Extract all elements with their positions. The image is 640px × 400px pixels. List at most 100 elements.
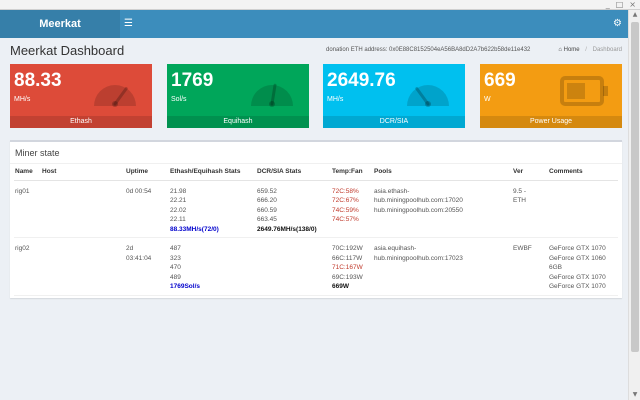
cell-uptime: 0d 00:54 [125,180,169,238]
column-header-dcr-stats[interactable]: DCR/SIA Stats [256,168,331,181]
stat-boxes: 88.33 MH/s Ethash 1769 Sol/s Equihash 26… [10,64,622,128]
settings-gears-icon[interactable]: ⚙ [613,10,622,38]
ethash-total: 1769Sol/s [170,283,200,290]
pool-address: asia.ethash- [374,187,410,195]
donation-address: donation ETH address: 0x0E88C8152504eA56… [326,47,531,53]
cell-comments [548,180,618,238]
dcr-total: 2649.76MH/s(138/0) [257,225,317,233]
equihash-box-footer[interactable]: Equihash [167,116,309,128]
gpu-comment: GeForce GTX 1070 [549,273,606,281]
temp-fan-value: 70C:192W [332,245,363,252]
temp-fan-value: 69C:193W [332,273,363,281]
column-header-comments[interactable]: Comments [548,168,618,181]
temp-fan-value: 72C:67% [332,197,359,204]
pool-address: hub.miningpoolhub.com:17023 [374,254,463,262]
minimize-button[interactable]: _ [606,0,610,10]
cell-ver: EWBF [512,237,548,296]
rig-name[interactable]: rig01 [15,187,40,197]
cell-host [41,237,125,296]
dcr-gpu-value: 666.20 [257,197,277,204]
temp-fan-value: 74C:57% [332,216,359,223]
power-usage-unit: W [484,96,491,103]
gpu-comment: GeForce GTX 1060 [549,254,606,262]
uptime-value: 03:41:04 [126,254,152,262]
cell-ver: 9.5 - ETH [512,180,548,238]
scroll-down-arrow-icon[interactable]: ▼ [629,390,640,400]
speedometer-icon [407,85,449,107]
column-header-ver[interactable]: Ver [512,168,548,181]
equihash-value: 1769 [171,70,214,91]
cell-ethash: 487 323 470 489 1769Sol/s [169,237,256,296]
ethash-total: 88.33MH/s(72/0) [170,225,219,233]
temp-fan-value: 66C:117W [332,254,363,262]
cell-comments: GeForce GTX 1070 GeForce GTX 1060 6GB GeFor… [548,237,618,296]
scroll-up-arrow-icon[interactable]: ▲ [629,10,640,20]
page-title: Meerkat Dashboard [10,43,125,58]
uptime-value: 0d 00:54 [126,187,152,195]
maximize-button[interactable]: □ [616,0,624,10]
column-header-uptime[interactable]: Uptime [125,168,169,181]
window-controls: _ □ × [606,0,636,10]
miner-version: EWBF [513,245,532,252]
power-usage-box-footer[interactable]: Power Usage [480,116,622,128]
miner-version: 9.5 - [513,187,527,195]
power-usage-box: 669 W Power Usage [480,64,622,128]
ethash-gpu-value: 22.21 [170,197,187,204]
ethash-value: 88.33 [14,70,62,91]
close-button[interactable]: × [629,0,636,10]
column-header-ethash-stats[interactable]: Ethash/Equihash Stats [169,168,256,181]
power-total: 669W [332,283,349,290]
top-navbar: Meerkat ☰ ⚙ [0,10,628,38]
gpu-comment: GeForce GTX 1070 [549,283,606,290]
panel-title: Miner state [15,148,60,158]
dcr-sia-box-footer[interactable]: DCR/SIA [323,116,465,128]
cell-dcr: 659.52 666.20 660.59 663.45 2649.76MH/s(138/… [256,180,331,238]
pool-address: asia.equihash- [374,245,417,252]
brand-logo[interactable]: Meerkat [0,10,120,38]
cell-name: rig02 [14,237,41,296]
cell-pools: asia.equihash-hub.miningpoolhub.com:1702… [373,237,512,296]
gpu-comment: GeForce GTX 1070 [549,245,606,252]
ethash-box: 88.33 MH/s Ethash [10,64,152,128]
table-row: rig01 0d 00:54 21.98 22.21 22.02 22.11 88.33MH… [14,180,618,238]
cell-temp-fan: 70C:192W 66C:117W 71C:167W 69C:193W 669W [331,237,373,296]
ethash-box-footer[interactable]: Ethash [10,116,152,128]
cell-name: rig01 [14,180,41,238]
column-header-host[interactable]: Host [41,168,125,181]
home-icon: ⌂ [558,47,562,53]
temp-fan-value: 72C:58% [332,187,359,195]
window-titlebar: _ □ × [0,0,640,10]
column-header-temp-fan[interactable]: Temp:Fan [331,168,373,181]
ethash-gpu-value: 22.02 [170,206,187,214]
cell-ethash: 21.98 22.21 22.02 22.11 88.33MH/s(72/0) [169,180,256,238]
pool-address: hub.miningpoolhub.com:20550 [374,206,463,214]
scroll-thumb[interactable] [631,22,639,352]
column-header-pools[interactable]: Pools [373,168,512,181]
panel-divider [10,163,622,164]
vertical-scrollbar[interactable]: ▲ ▼ [628,10,640,400]
breadcrumb: ⌂ Home / Dashboard [558,47,622,53]
breadcrumb-current: Dashboard [592,47,622,53]
power-usage-value: 669 [484,70,516,91]
uptime-value: 2d [126,245,134,252]
pool-address: hub.miningpoolhub.com:17020 [374,197,463,204]
ethash-gpu-value: 22.11 [170,216,186,223]
column-header-name[interactable]: Name [14,168,41,181]
dcr-gpu-value: 659.52 [257,187,277,195]
equihash-box: 1769 Sol/s Equihash [167,64,309,128]
rig-name[interactable]: rig02 [15,244,40,254]
dcr-gpu-value: 660.59 [257,206,277,214]
ethash-gpu-value: 470 [170,264,181,271]
miner-table: Name Host Uptime Ethash/Equihash Stats D… [14,168,618,296]
dcr-gpu-value: 663.45 [257,216,277,223]
cell-dcr [256,237,331,296]
equihash-unit: Sol/s [171,96,187,103]
breadcrumb-home-link[interactable]: Home [564,47,580,53]
speedometer-icon [94,85,136,107]
cell-pools: asia.ethash-hub.miningpoolhub.com:17020 h… [373,180,512,238]
miner-state-panel: Miner state Name Host Uptime Ethash/Equi… [10,140,622,298]
temp-fan-value: 74C:59% [332,206,359,214]
menu-toggle-icon[interactable]: ☰ [124,10,133,38]
ethash-unit: MH/s [14,96,31,103]
dcr-sia-box: 2649.76 MH/s DCR/SIA [323,64,465,128]
